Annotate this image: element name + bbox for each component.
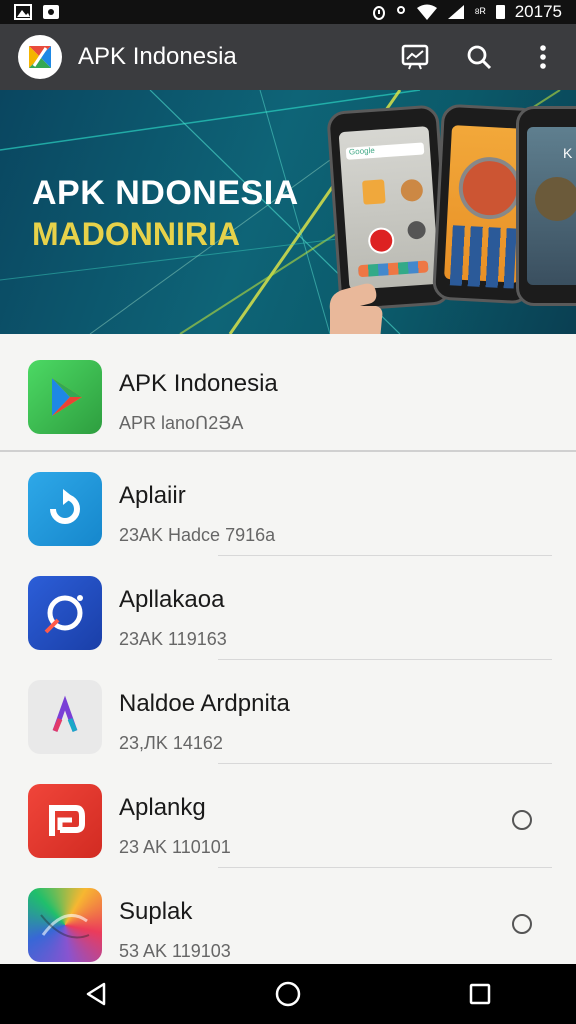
app-subtitle: 23 AK 110101: [119, 837, 231, 857]
banner-headline: APK NDONESIA: [32, 174, 299, 212]
app-bar-actions: [400, 42, 558, 72]
status-right: ⁸ᴿ 20175: [372, 2, 562, 22]
app-title: APK Indonesia: [119, 370, 278, 397]
battery-icon: [495, 5, 505, 19]
phone-side-label: K: [563, 145, 573, 161]
phone-app-circle-icon: [535, 177, 576, 221]
app-title: Aplaiir: [119, 482, 186, 509]
status-left: [14, 4, 60, 20]
phone-app-circle-icon: [457, 155, 523, 221]
app-subtitle: 23AK Hadce 7916a: [119, 525, 276, 545]
app-bar: APK Indonesia: [0, 24, 576, 90]
app-subtitle: 53 AK 119103: [119, 941, 231, 961]
home-icon: [275, 981, 301, 1007]
app-subtitle: 23AK 119163: [119, 629, 227, 649]
phone-screen: K: [527, 127, 576, 285]
app-list: APK Indonesia APR lanoՈ2ՅA Aplaiir 23AK …: [0, 334, 576, 964]
app-logo[interactable]: [18, 35, 62, 79]
list-item[interactable]: Aplankg 23 AK 110101: [0, 764, 576, 868]
lambda-icon: [28, 680, 102, 754]
select-radio[interactable]: [512, 810, 532, 830]
list-item[interactable]: APK Indonesia APR lanoՈ2ՅA: [0, 340, 576, 452]
list-item[interactable]: Naldoe Ardpnita 23,ЛK 14162: [0, 660, 576, 764]
app-subtitle: 23,ЛK 14162: [119, 733, 223, 753]
list-item[interactable]: Suplak 53 AK 119103: [0, 868, 576, 972]
compass-ring-icon: [28, 576, 102, 650]
list-item[interactable]: Apllakaoa 23AK 119163: [0, 556, 576, 660]
phone-app-tile-icon: [362, 179, 386, 205]
image-icon: [14, 4, 32, 20]
status-time: 20175: [514, 2, 562, 21]
app-title: APK Indonesia: [78, 43, 237, 70]
signal-label-icon: ⁸ᴿ: [474, 4, 486, 20]
wifi-icon: [417, 4, 438, 20]
select-radio[interactable]: [512, 914, 532, 934]
phone-icon-grid: [449, 225, 517, 289]
more-vert-icon: [540, 45, 546, 69]
refresh-arrow-icon: [28, 472, 102, 546]
app-subtitle: APR lanoՈ2ՅA: [119, 413, 244, 433]
app-title: Naldoe Ardpnita: [119, 690, 290, 717]
navigation-bar: [0, 964, 576, 1024]
back-button[interactable]: [76, 974, 116, 1014]
hand-icon: [329, 283, 383, 334]
status-bar: ⁸ᴿ 20175: [0, 0, 576, 24]
app-title: Suplak: [119, 898, 193, 925]
search-icon: [467, 45, 492, 70]
flip-p-icon: [28, 784, 102, 858]
more-button[interactable]: [528, 42, 558, 72]
signal-icon: [448, 5, 465, 19]
phone-app-tile-icon: [407, 220, 427, 240]
app-title: Apllakaoa: [119, 586, 225, 613]
slideshow-button[interactable]: [400, 42, 430, 72]
home-button[interactable]: [268, 974, 308, 1014]
back-icon: [86, 982, 106, 1006]
swirl-icon: [28, 888, 102, 962]
phone-mockup-right: K: [516, 106, 576, 306]
app-title: Aplankg: [119, 794, 206, 821]
apk-logo-icon: [29, 46, 51, 68]
recents-icon: [469, 983, 491, 1005]
banner-subheadline: MADONNIRIA: [32, 216, 240, 252]
recents-button[interactable]: [460, 974, 500, 1014]
slideshow-icon: [401, 44, 429, 70]
alarm-icon: [373, 6, 386, 20]
search-button[interactable]: [464, 42, 494, 72]
list-item[interactable]: Aplaiir 23AK Hadce 7916a: [0, 452, 576, 556]
phone-search-bar: Google: [345, 142, 425, 160]
cast-icon: [43, 5, 59, 19]
play-store-icon: [28, 360, 102, 434]
location-icon: [397, 6, 406, 14]
phone-app-tile-icon: [400, 178, 424, 203]
promo-banner[interactable]: APK NDONESIA MADONNIRIA Google K: [0, 90, 576, 334]
